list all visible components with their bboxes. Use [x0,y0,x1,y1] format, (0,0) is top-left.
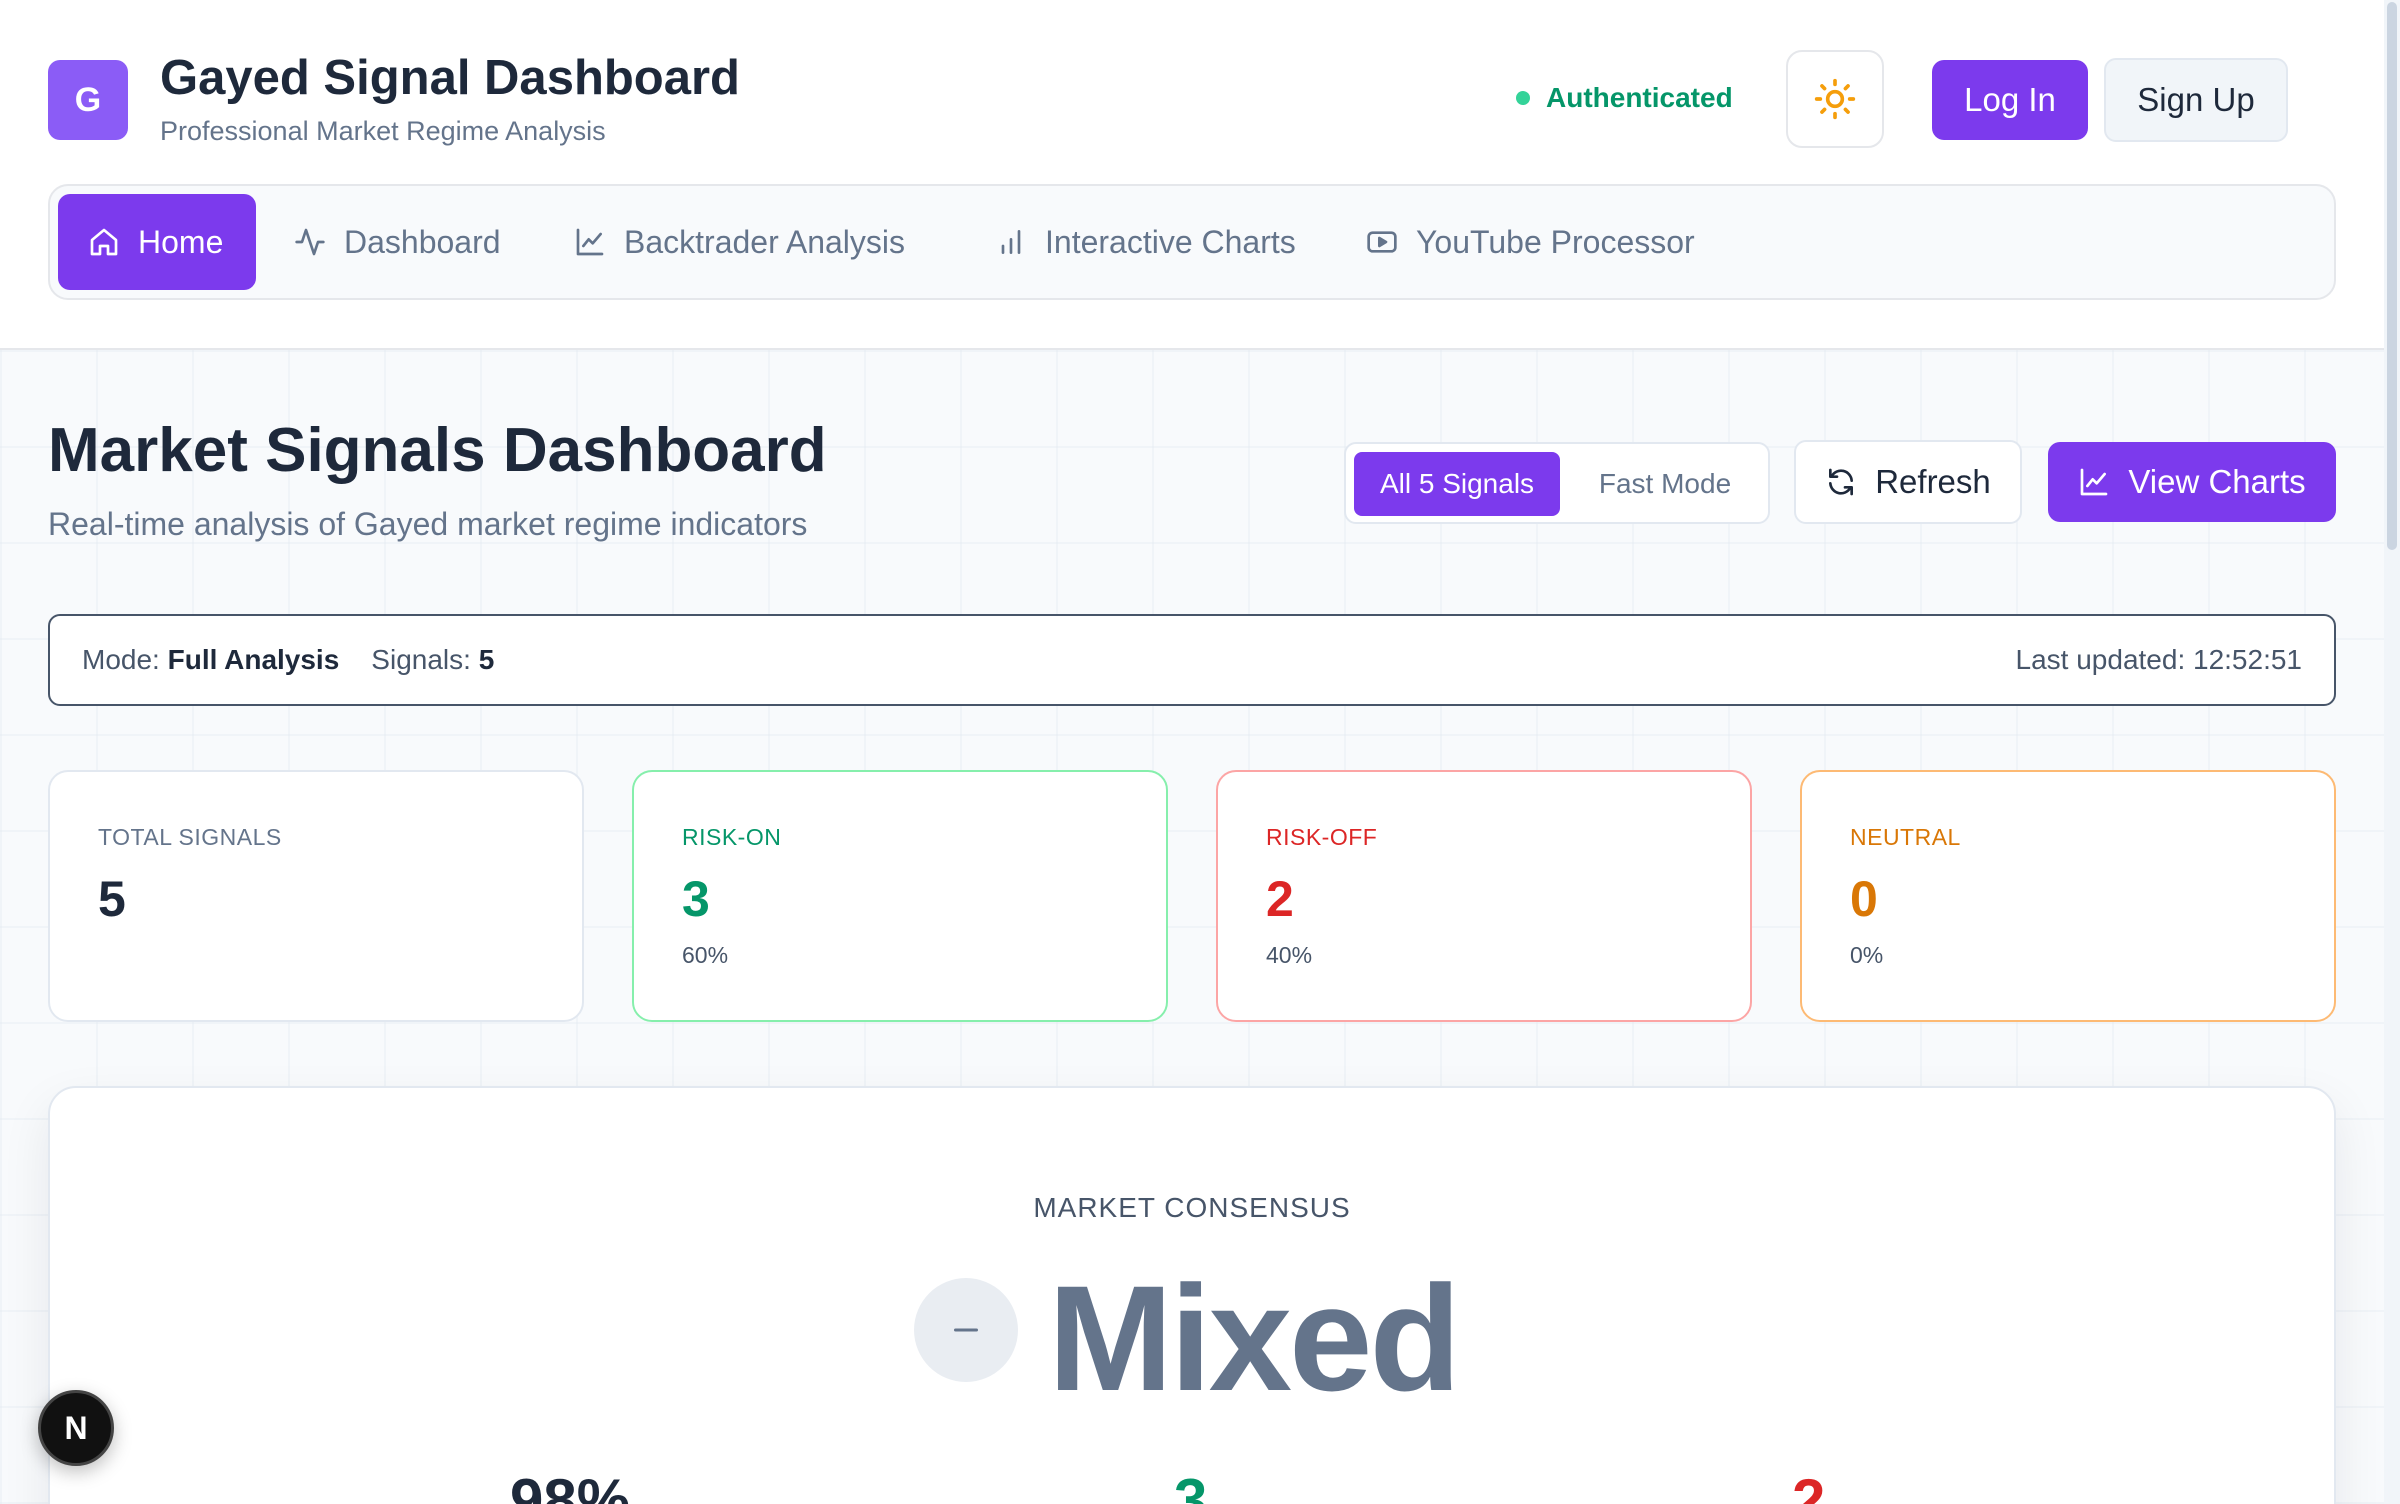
auth-status: Authenticated [1516,82,1733,114]
consensus-risk-on-count: 3 [1174,1467,1208,1504]
line-chart-icon [2081,468,2108,496]
stat-label: TOTAL SIGNALS [98,824,282,850]
nav-item-label: Dashboard [344,223,501,260]
stat-card-risk-off: RISK-OFF 2 40% [1216,770,1752,1022]
stat-label: RISK-OFF [1266,824,1378,850]
status-dot-icon [1516,91,1530,105]
consensus-value: Mixed [1048,1254,1461,1422]
sun-icon [1814,78,1856,120]
page-subtitle: Real-time analysis of Gayed market regim… [48,506,808,542]
stat-label: RISK-ON [682,824,782,850]
login-button[interactable]: Log In [1932,60,2088,140]
stat-value: 3 [682,871,710,927]
mode-option-fast[interactable]: Fast Mode [1568,452,1762,516]
nav-item-label: Home [138,223,224,260]
signals-status-label: Signals: [371,644,471,675]
theme-toggle-button[interactable] [1786,50,1884,148]
market-consensus-card: MARKET CONSENSUS Mixed 98% 3 2 [48,1086,2336,1504]
stat-value: 5 [98,871,126,927]
view-charts-label: View Charts [2128,463,2306,500]
stat-percent: 40% [1266,942,1313,968]
consensus-label: MARKET CONSENSUS [1033,1192,1351,1223]
nav-item-label: Backtrader Analysis [624,223,906,260]
dev-tools-badge[interactable]: N [38,1390,114,1466]
line-chart-icon [576,228,604,256]
app-header: G Gayed Signal Dashboard Professional Ma… [0,0,2384,350]
signals-status-value: 5 [478,644,495,675]
nav-item-label: YouTube Processor [1416,223,1695,260]
refresh-label: Refresh [1875,463,1991,500]
consensus-risk-off-count: 2 [1792,1467,1826,1504]
mode-toggle: All 5 Signals Fast Mode [1344,442,1770,524]
page-title: Market Signals Dashboard [48,416,827,485]
mode-status-label: Mode: [82,644,160,675]
stat-label: NEUTRAL [1850,824,1961,850]
last-updated: Last updated: 12:52:51 [2015,644,2302,675]
nav-item-label: Interactive Charts [1045,223,1296,260]
stat-percent: 60% [682,942,729,968]
signals-status: Signals: 5 [371,644,494,676]
consensus-confidence: 98% [510,1467,631,1504]
app-title: Gayed Signal Dashboard [160,51,740,105]
nav-item-dashboard[interactable]: Dashboard [264,194,531,290]
mode-option-all-signals[interactable]: All 5 Signals [1354,452,1560,516]
bar-chart-icon [1001,230,1021,254]
app-subtitle: Professional Market Regime Analysis [160,116,606,146]
app-logo: G [48,60,128,140]
stat-value: 0 [1850,871,1878,927]
refresh-button[interactable]: Refresh [1794,440,2022,524]
stat-value: 2 [1266,871,1294,927]
nav-item-youtube-processor[interactable]: YouTube Processor [1336,194,1725,290]
refresh-icon [1829,468,1854,496]
main-nav: Home Dashboard Backtrader Analysis Inter… [48,184,2336,300]
main-content: Market Signals Dashboard Real-time analy… [0,350,2384,1504]
nav-item-backtrader-analysis[interactable]: Backtrader Analysis [544,194,935,290]
view-charts-button[interactable]: View Charts [2048,442,2336,522]
nav-item-interactive-charts[interactable]: Interactive Charts [965,194,1326,290]
minus-icon [914,1278,1018,1382]
youtube-icon [1367,231,1397,253]
mode-status-value: Full Analysis [167,644,340,675]
mode-status: Mode: Full Analysis [82,644,339,676]
signup-button[interactable]: Sign Up [2104,58,2288,142]
auth-status-label: Authenticated [1546,82,1733,113]
status-bar: Mode: Full Analysis Signals: 5 Last upda… [48,614,2336,706]
nav-item-home[interactable]: Home [58,194,256,290]
stat-card-total-signals: TOTAL SIGNALS 5 [48,770,584,1022]
scrollbar-thumb[interactable] [2387,2,2397,550]
stat-percent: 0% [1850,942,1884,968]
stat-card-risk-on: RISK-ON 3 60% [632,770,1168,1022]
home-icon [90,228,118,256]
stat-card-neutral: NEUTRAL 0 0% [1800,770,2336,1022]
activity-icon [295,228,325,256]
